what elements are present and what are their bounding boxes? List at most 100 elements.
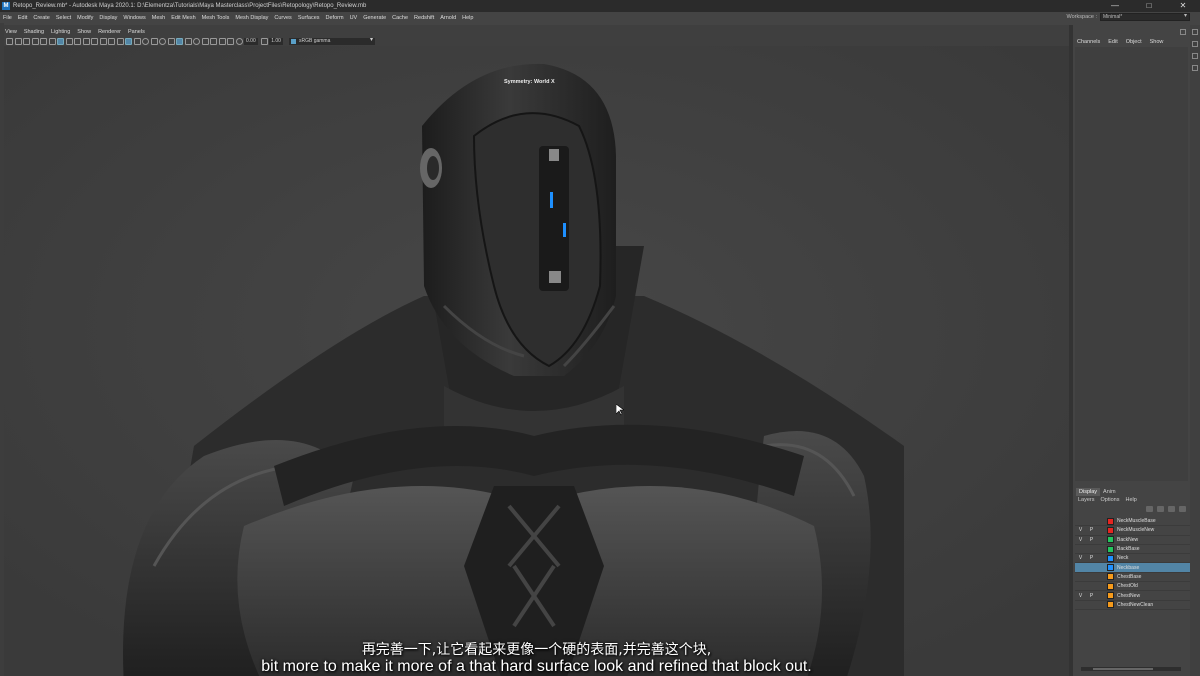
menu-curves[interactable]: Curves [274,15,291,21]
close-icon[interactable]: ✕ [1166,0,1200,12]
channel-box-menu-show[interactable]: Show [1150,39,1164,45]
isolate-select-icon[interactable] [193,37,200,45]
wireframe-icon[interactable] [116,37,124,45]
resolution-gate-icon[interactable] [74,37,81,45]
tool-settings-tab-icon[interactable] [1192,53,1198,59]
exposure-icon[interactable] [235,37,243,45]
layer-visibility-toggle[interactable]: V [1075,527,1086,533]
menu-cache[interactable]: Cache [392,15,408,21]
layer-menu-layers[interactable]: Layers [1078,497,1095,503]
layer-visibility-toggle[interactable]: V [1075,555,1086,561]
move-layer-up-icon[interactable] [1146,506,1153,512]
menu-generate[interactable]: Generate [363,15,386,21]
3d-viewport[interactable]: Symmetry: World X persp2 [4,46,1069,676]
layer-playback-toggle[interactable]: P [1086,537,1097,543]
layer-color-swatch[interactable] [1107,573,1114,581]
new-layer-from-selection-icon[interactable] [1179,506,1186,512]
workspace-dropdown[interactable]: Minimal* [1100,13,1190,21]
menu-arnold[interactable]: Arnold [440,15,456,21]
layer-color-swatch[interactable] [1107,582,1114,590]
tab-display[interactable]: Display [1076,488,1101,496]
grease-pencil-icon[interactable] [48,37,56,45]
layer-color-swatch[interactable] [1107,536,1114,544]
layer-color-swatch[interactable] [1107,554,1114,562]
select-camera-icon[interactable] [6,37,13,45]
menu-mesh-tools[interactable]: Mesh Tools [202,15,230,21]
panel-menu-panels[interactable]: Panels [128,29,145,35]
layer-row[interactable]: BackBase [1075,545,1190,555]
menu-display[interactable]: Display [99,15,117,21]
attribute-editor-tab-icon[interactable] [1192,29,1198,35]
toggle-channel-box-icon[interactable] [1180,29,1186,35]
menu-deform[interactable]: Deform [326,15,344,21]
grid-icon[interactable] [57,37,64,45]
panel-menu-shading[interactable]: Shading [24,29,44,35]
xray-joints-icon[interactable] [184,37,192,45]
layer-row[interactable]: ChestBase [1075,573,1190,583]
layer-visibility-toggle[interactable]: V [1075,537,1086,543]
channel-box-menu-channels[interactable]: Channels [1077,39,1100,45]
gamma-field[interactable]: 1.00 [269,37,283,45]
depth-of-field-icon[interactable] [218,37,226,45]
maximize-icon[interactable]: □ [1132,0,1166,12]
layer-row[interactable]: V P BackNew [1075,536,1190,545]
panel-menu-show[interactable]: Show [77,29,91,35]
lights-icon[interactable] [150,37,158,45]
menu-create[interactable]: Create [33,15,50,21]
menu-mesh[interactable]: Mesh [152,15,165,21]
menu-help[interactable]: Help [462,15,473,21]
layer-visibility-toggle[interactable]: V [1075,593,1086,599]
anti-aliasing-icon[interactable] [210,37,217,45]
exposure-field[interactable]: 0.00 [244,37,258,45]
layer-color-swatch[interactable] [1107,526,1114,534]
tab-anim[interactable]: Anim [1100,488,1119,496]
channel-box-body[interactable] [1075,47,1188,481]
modeling-toolkit-tab-icon[interactable] [1192,65,1198,71]
panel-menu-renderer[interactable]: Renderer [98,29,121,35]
layer-color-swatch[interactable] [1107,592,1114,600]
layer-color-swatch[interactable] [1107,545,1114,553]
menu-edit-mesh[interactable]: Edit Mesh [171,15,195,21]
layer-row[interactable]: V P NeckMuscleNew [1075,526,1190,536]
layer-row[interactable]: NeckMuscleBase [1075,517,1190,527]
wireframe-on-shaded-icon[interactable] [133,37,141,45]
layer-editor-scrollbar[interactable] [1081,667,1181,671]
layer-row[interactable]: ChestNewClean [1075,601,1190,610]
bookmark-icon[interactable] [23,37,30,45]
layer-color-swatch[interactable] [1107,564,1114,572]
channel-box-menu-object[interactable]: Object [1126,39,1142,45]
new-empty-layer-icon[interactable] [1168,506,1175,512]
layer-playback-toggle[interactable]: P [1086,593,1097,599]
layer-row[interactable]: V P Neck [1075,554,1190,564]
menu-file[interactable]: File [3,15,12,21]
panel-menu-lighting[interactable]: Lighting [51,29,70,35]
menu-surfaces[interactable]: Surfaces [298,15,320,21]
menu-mesh-display[interactable]: Mesh Display [235,15,268,21]
ambient-occlusion-icon[interactable] [167,37,175,45]
layer-row-selected[interactable]: Neckbase [1075,563,1190,573]
motion-blur-icon[interactable] [201,37,209,45]
menu-redshift[interactable]: Redshift [414,15,434,21]
layer-color-swatch[interactable] [1107,517,1114,525]
shadows-icon[interactable] [159,37,166,45]
layer-row[interactable]: V P ChestNew [1075,591,1190,601]
layer-menu-help[interactable]: Help [1125,497,1136,503]
layer-playback-toggle[interactable]: P [1086,555,1097,561]
safe-title-icon[interactable] [108,37,115,45]
film-gate-icon[interactable] [65,37,73,45]
field-chart-icon[interactable] [91,37,98,45]
image-plane-icon[interactable] [31,37,39,45]
move-layer-down-icon[interactable] [1157,506,1164,512]
layer-color-swatch[interactable] [1107,601,1114,609]
menu-uv[interactable]: UV [350,15,358,21]
textured-icon[interactable] [142,37,149,45]
safe-action-icon[interactable] [99,37,107,45]
gamma-icon[interactable] [260,37,268,45]
layer-menu-options[interactable]: Options [1101,497,1120,503]
channel-box-tab-icon[interactable] [1192,41,1198,47]
camera-attributes-icon[interactable] [14,37,22,45]
channel-box-menu-edit[interactable]: Edit [1108,39,1117,45]
gate-mask-icon[interactable] [82,37,90,45]
xray-icon[interactable] [176,37,183,45]
isolate-icon[interactable] [227,37,234,45]
